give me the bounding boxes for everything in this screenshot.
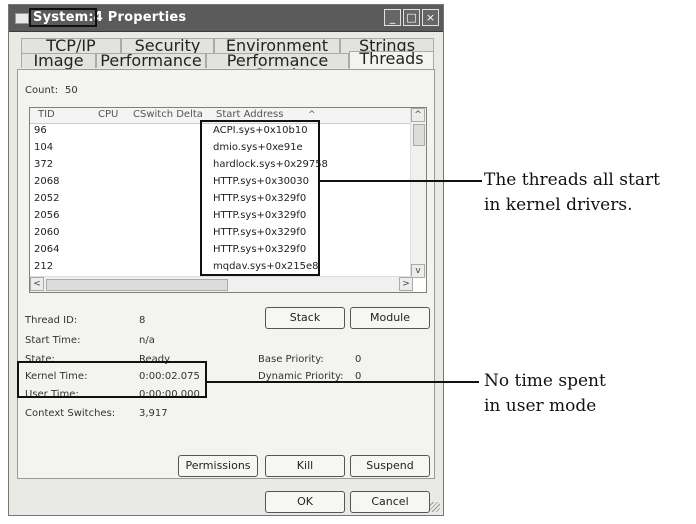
tab-image[interactable]: Image bbox=[21, 53, 96, 69]
stack-button[interactable]: Stack bbox=[265, 307, 345, 329]
title-highlight-box bbox=[29, 8, 97, 27]
row-tid: 2064 bbox=[34, 244, 60, 255]
horizontal-scrollbar[interactable]: < > bbox=[30, 276, 413, 292]
time-note-line1: No time spent bbox=[484, 371, 606, 391]
count-label: Count: bbox=[25, 85, 59, 96]
base-priority-value: 0 bbox=[355, 354, 362, 365]
column-header-tid[interactable]: TID bbox=[38, 108, 55, 123]
title-bar[interactable]: System:4 Properties _ □ × bbox=[9, 5, 443, 32]
time-values-highlight-box bbox=[17, 361, 207, 398]
permissions-button[interactable]: Permissions bbox=[178, 455, 258, 477]
maximize-button[interactable]: □ bbox=[403, 9, 420, 26]
start-time-label: Start Time: bbox=[25, 335, 81, 346]
row-tid: 372 bbox=[34, 159, 54, 170]
row-tid: 96 bbox=[34, 125, 47, 136]
column-header-cpu[interactable]: CPU bbox=[98, 108, 118, 123]
scroll-left-button[interactable]: < bbox=[30, 277, 44, 291]
row-tid: 2060 bbox=[34, 227, 60, 238]
threads-note-line2: in kernel drivers. bbox=[484, 195, 633, 215]
context-switches-value: 3,917 bbox=[139, 408, 168, 419]
scroll-up-button[interactable]: ^ bbox=[411, 108, 425, 122]
scroll-down-button[interactable]: v bbox=[411, 264, 425, 278]
row-tid: 2056 bbox=[34, 210, 60, 221]
scroll-right-button[interactable]: > bbox=[399, 277, 413, 291]
thread-id-value: 8 bbox=[139, 315, 146, 326]
start-time-value: n/a bbox=[139, 335, 155, 346]
row-tid: 212 bbox=[34, 261, 54, 272]
kill-button[interactable]: Kill bbox=[265, 455, 345, 477]
start-address-highlight-box bbox=[200, 120, 320, 276]
cancel-button[interactable]: Cancel bbox=[350, 491, 430, 513]
context-switches-label: Context Switches: bbox=[25, 408, 116, 419]
column-header-cswitch-delta[interactable]: CSwitch Delta bbox=[133, 108, 203, 123]
base-priority-label: Base Priority: bbox=[258, 354, 324, 365]
time-note-line2: in user mode bbox=[484, 396, 597, 416]
resize-grip[interactable] bbox=[430, 502, 440, 512]
module-button[interactable]: Module bbox=[350, 307, 430, 329]
close-button[interactable]: × bbox=[422, 9, 439, 26]
time-callout-line bbox=[207, 381, 479, 383]
vertical-scroll-thumb[interactable] bbox=[413, 124, 425, 146]
threads-callout-line bbox=[320, 180, 482, 182]
thread-id-label: Thread ID: bbox=[25, 315, 78, 326]
tab-threads[interactable]: Threads bbox=[349, 51, 434, 69]
ok-button[interactable]: OK bbox=[265, 491, 345, 513]
window-title-rest: Properties bbox=[103, 10, 187, 25]
row-tid: 104 bbox=[34, 142, 54, 153]
horizontal-scroll-thumb[interactable] bbox=[46, 279, 228, 291]
minimize-button[interactable]: _ bbox=[384, 9, 401, 26]
row-tid: 2052 bbox=[34, 193, 60, 204]
tab-performance-graph[interactable]: Performance Graph bbox=[206, 53, 349, 83]
count-value: 50 bbox=[65, 85, 78, 96]
threads-note-line1: The threads all start bbox=[484, 170, 660, 190]
tab-performance[interactable]: Performance bbox=[96, 53, 206, 69]
row-tid: 2068 bbox=[34, 176, 60, 187]
suspend-button[interactable]: Suspend bbox=[350, 455, 430, 477]
vertical-scrollbar[interactable]: ^ v bbox=[410, 108, 426, 278]
window-system-icon[interactable] bbox=[15, 13, 29, 24]
